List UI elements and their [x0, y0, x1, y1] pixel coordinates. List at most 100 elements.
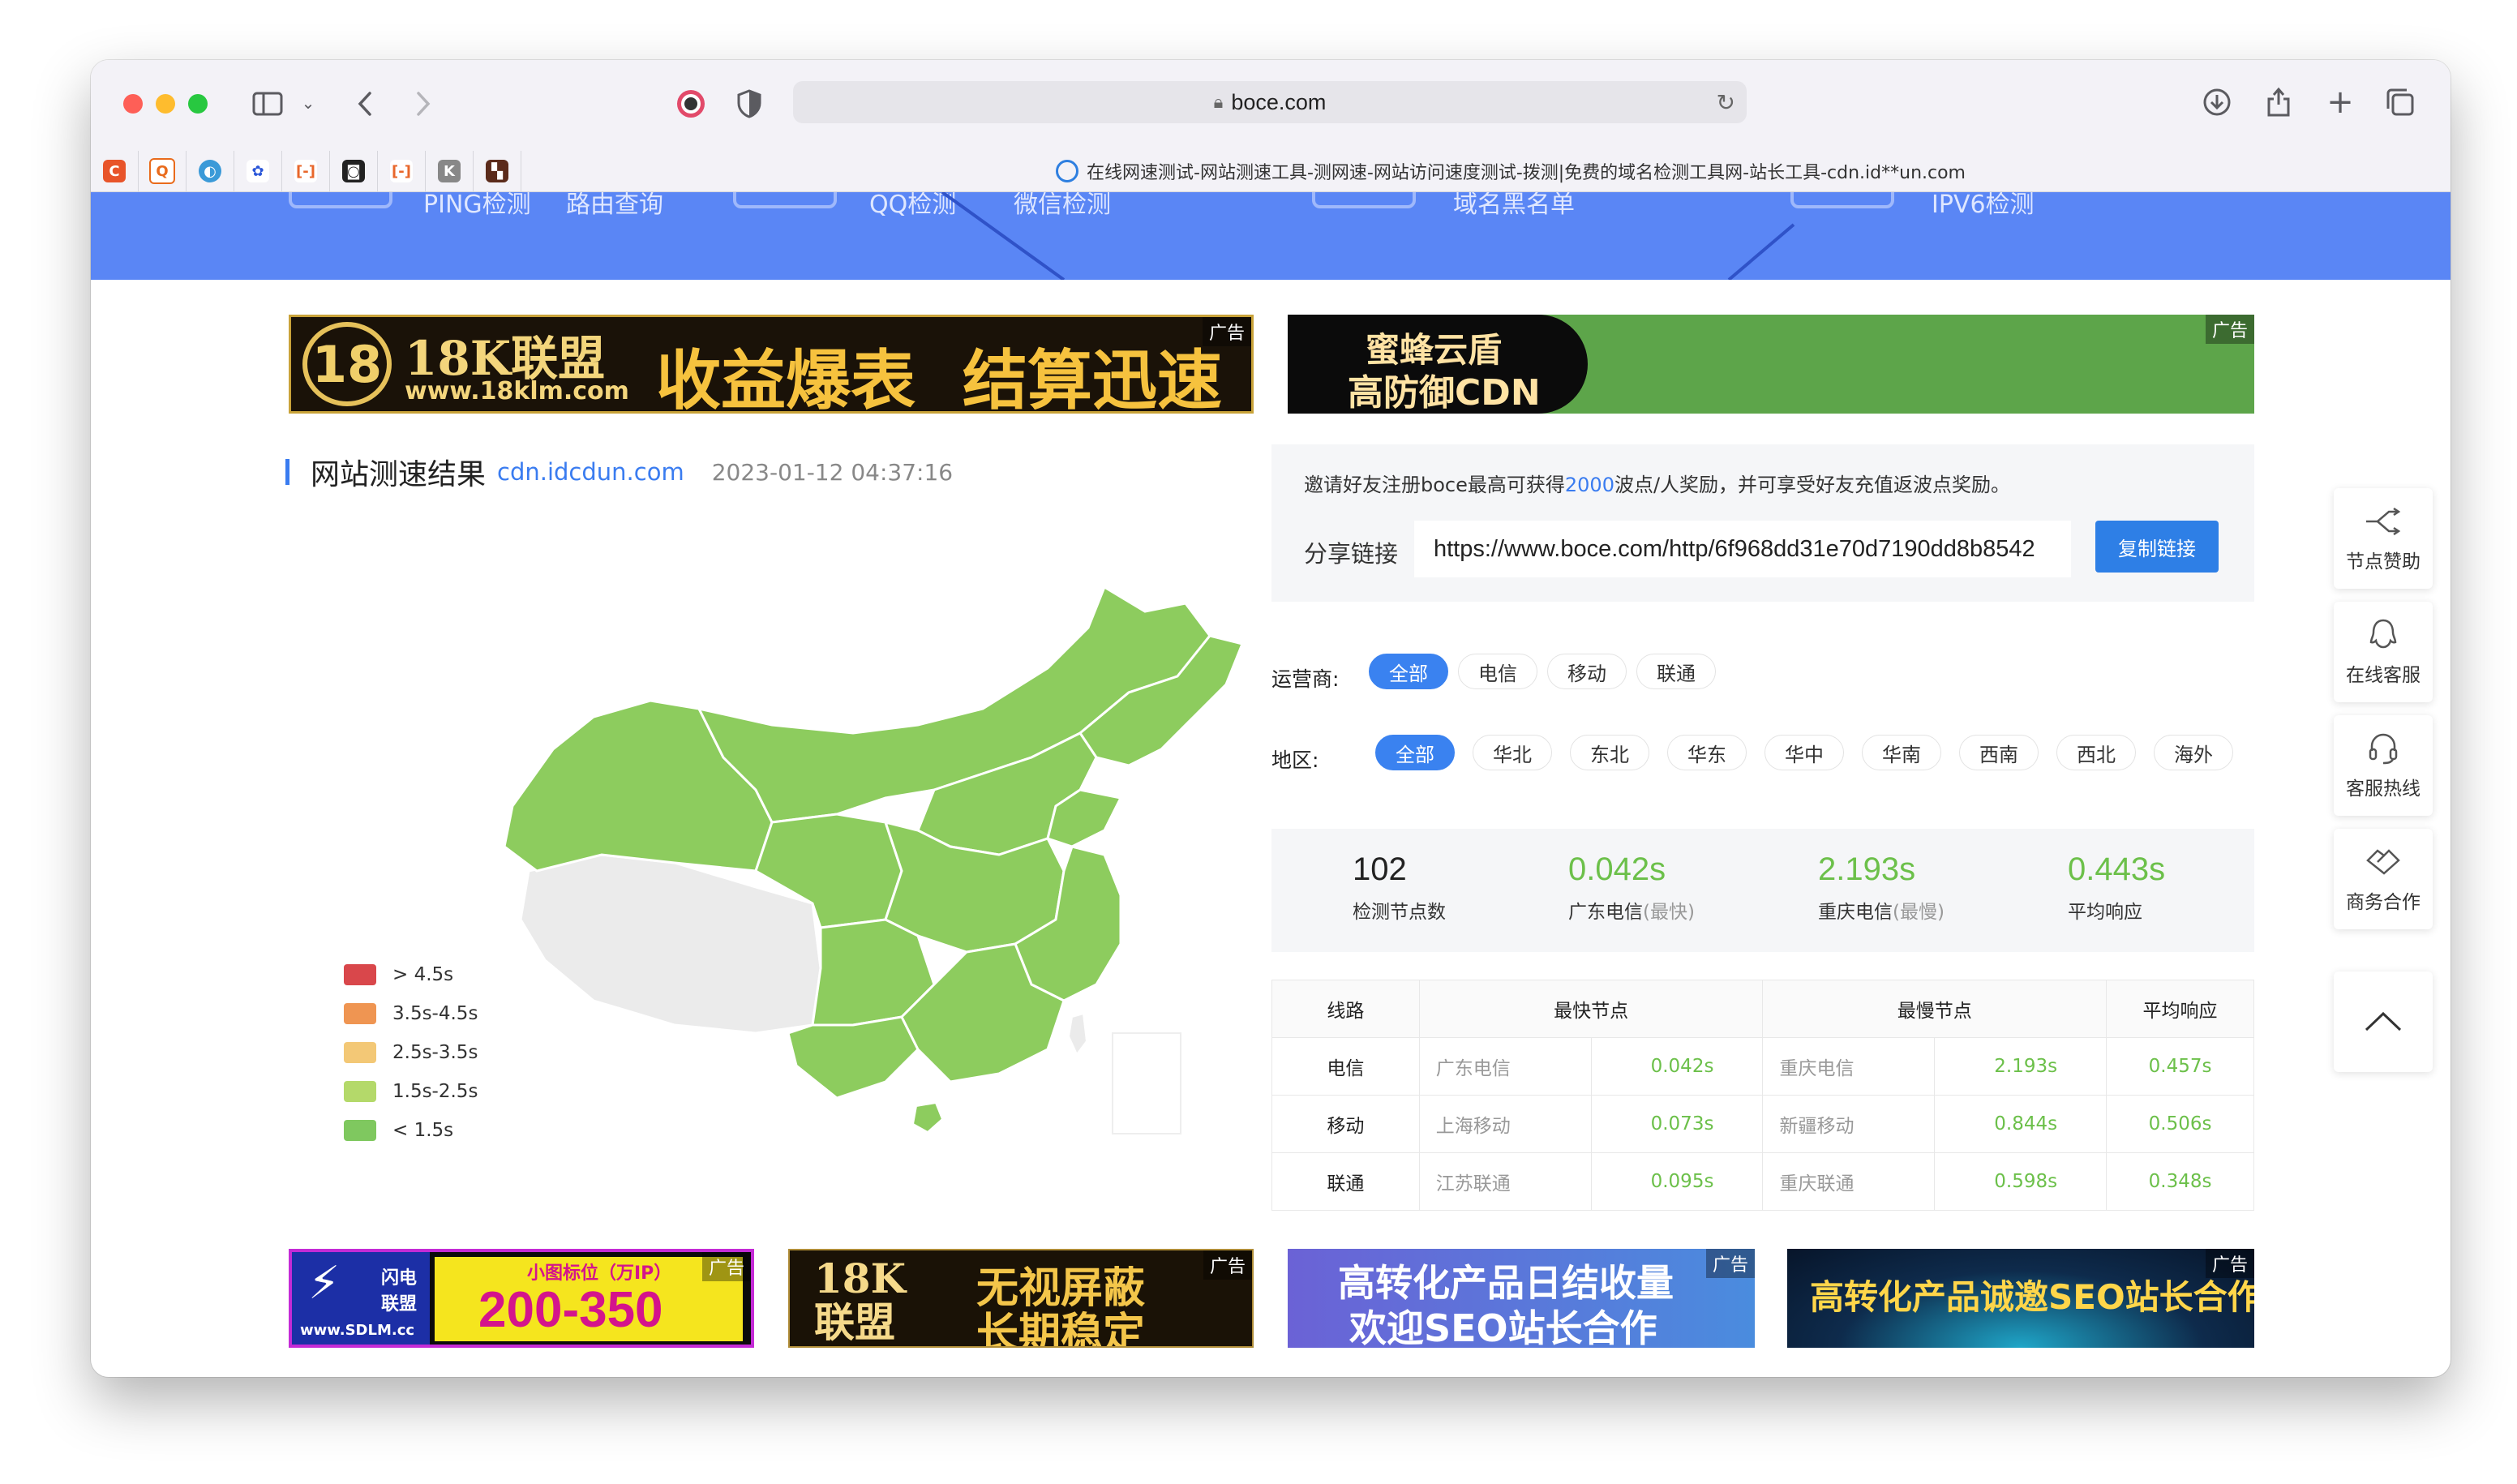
minimize-window-button[interactable] — [156, 94, 175, 114]
region-chip-northeast[interactable]: 东北 — [1570, 735, 1649, 770]
carrier-chip-mobile[interactable]: 移动 — [1547, 654, 1627, 689]
share-link-label: 分享链接 — [1304, 540, 1399, 568]
legend-item: 2.5s-3.5s — [344, 1033, 478, 1072]
stat-label: 广东电信(最快) — [1568, 896, 1695, 924]
region-chip-southwest[interactable]: 西南 — [1959, 735, 2039, 770]
favorite-tab[interactable]: [-] — [282, 151, 330, 191]
ad-18klm-bottom[interactable]: 18K联盟 无视屏蔽 长期稳定 广告 — [788, 1249, 1254, 1348]
carrier-chip-unicom[interactable]: 联通 — [1636, 654, 1716, 689]
region-chip-central[interactable]: 华中 — [1764, 735, 1844, 770]
test-datetime: 2023-01-12 04:37:16 — [711, 458, 954, 486]
tested-domain[interactable]: cdn.idcdun.com — [497, 458, 684, 486]
favorite-tab[interactable]: ◙ — [330, 151, 378, 191]
back-icon[interactable] — [349, 86, 381, 122]
privacy-shield-icon[interactable] — [733, 86, 765, 122]
extension-icon[interactable] — [673, 86, 709, 122]
banner-decoration — [941, 192, 1795, 280]
lightning-icon: ⚡ — [308, 1257, 341, 1310]
share-icon — [2365, 504, 2402, 539]
carrier-chip-all[interactable]: 全部 — [1369, 654, 1448, 689]
sidebar-item-sponsor[interactable]: 节点赞助 — [2334, 488, 2433, 589]
share-link-field[interactable]: https://www.boce.com/http/6f968dd31e70d7… — [1414, 521, 2071, 577]
address-bar[interactable]: 🔒︎ boce.com ↻ — [793, 81, 1747, 123]
accent-bar — [285, 459, 289, 485]
favorite-tab[interactable]: ▚ — [474, 151, 521, 191]
line-name-cell: 电信 — [1271, 1037, 1420, 1096]
ad-tag: 广告 — [1202, 317, 1251, 346]
table-header: 最快节点 — [1418, 980, 1764, 1038]
back-to-top-button[interactable] — [2334, 971, 2433, 1072]
share-page-icon[interactable] — [2261, 83, 2296, 120]
stat-label-text: 重庆电信 — [1818, 902, 1893, 923]
table-row: 联通 江苏联通 0.095s 重庆联通 0.598s 0.348s — [1271, 1152, 2254, 1211]
fastest-node-cell: 江苏联通 — [1418, 1152, 1592, 1211]
region-chip-overseas[interactable]: 海外 — [2154, 735, 2233, 770]
browser-window: ⌄ 🔒︎ boce.com ↻ + C Q ◐ ✿ [-] ◙ [-] K ▚ … — [91, 60, 2451, 1377]
map-region[interactable] — [911, 1101, 944, 1134]
region-chip-all[interactable]: 全部 — [1375, 735, 1455, 770]
stat-label: 检测节点数 — [1353, 896, 1446, 924]
table-row: 电信 广东电信 0.042s 重庆电信 2.193s 0.457s — [1271, 1037, 2254, 1096]
carrier-chip-telecom[interactable]: 电信 — [1458, 654, 1537, 689]
sidebar-toggle-icon[interactable] — [250, 88, 285, 120]
new-tab-icon[interactable]: + — [2322, 84, 2358, 121]
reload-icon[interactable]: ↻ — [1717, 89, 1735, 116]
copy-link-button[interactable]: 复制链接 — [2095, 521, 2219, 573]
favorite-tab[interactable]: Q — [139, 151, 187, 191]
slowest-value-cell: 2.193s — [1934, 1037, 2108, 1096]
ad-seo-bottom-2[interactable]: 高转化产品诚邀SEO站长合作 广告 — [1787, 1249, 2254, 1348]
legend-swatch — [344, 1003, 376, 1024]
sidebar-item-hotline[interactable]: 客服热线 — [2334, 715, 2433, 816]
region-chip-north[interactable]: 华北 — [1473, 735, 1552, 770]
carrier-filter-label: 运营商: — [1271, 667, 1340, 691]
tools-nav-banner: PING检测 路由查询 QQ检测 微信检测 域名黑名单 IPV6检测 — [91, 192, 2451, 280]
map-inset-frame — [1112, 1032, 1181, 1134]
ad-text: 高转化产品诚邀SEO站长合作 — [1810, 1277, 2254, 1317]
legend-item: > 4.5s — [344, 955, 478, 994]
ad-text: 结算迅速 — [963, 343, 1222, 414]
favorite-tab[interactable]: ◐ — [187, 151, 234, 191]
map-region[interactable] — [787, 1015, 920, 1100]
ad-sdlm-bottom[interactable]: ⚡ 闪电联盟 www.SDLM.cc 小图标位（万IP） 200-350 广告 — [289, 1249, 754, 1348]
line-name-cell: 联通 — [1271, 1152, 1420, 1211]
stat-label-text: 检测节点数 — [1353, 902, 1446, 923]
ad-mifeng-top[interactable]: 蜜蜂云盾 高防御CDN 广告 — [1288, 315, 2254, 414]
ad-text: 高防御CDN — [1348, 372, 1541, 414]
sidebar-item-business[interactable]: 商务合作 — [2334, 829, 2433, 929]
qq-icon — [2369, 617, 2398, 653]
ad-text: www.18klm.com — [405, 377, 629, 405]
favorite-tab[interactable]: ✿ — [234, 151, 282, 191]
ad-tag: 广告 — [701, 1252, 751, 1281]
region-chip-east[interactable]: 华东 — [1667, 735, 1747, 770]
favorite-tab[interactable]: C — [91, 151, 139, 191]
stat-slowest: 2.193s 重庆电信(最慢) — [1818, 851, 1945, 924]
close-window-button[interactable] — [123, 94, 143, 114]
ad-tag: 广告 — [2205, 1249, 2254, 1278]
zoom-window-button[interactable] — [188, 94, 208, 114]
legend-label: < 1.5s — [392, 1120, 454, 1141]
table-header: 平均响应 — [2106, 980, 2254, 1038]
fastest-value-cell: 0.042s — [1590, 1037, 1764, 1096]
map-region-nodata[interactable] — [1067, 1012, 1088, 1056]
average-cell: 0.506s — [2106, 1095, 2254, 1153]
forward-icon[interactable] — [407, 86, 440, 122]
region-chip-south[interactable]: 华南 — [1862, 735, 1941, 770]
ad-tag: 广告 — [1705, 1249, 1755, 1278]
china-speed-map[interactable] — [431, 547, 1242, 1163]
favorite-tab[interactable]: K — [426, 151, 474, 191]
ad-seo-bottom-1[interactable]: 高转化产品日结收量 欢迎SEO站长合作 广告 — [1288, 1249, 1755, 1348]
tab-overview-icon[interactable] — [2382, 84, 2418, 120]
region-chip-northwest[interactable]: 西北 — [2056, 735, 2136, 770]
active-tab[interactable]: 在线网速测试-网站测速工具-测网速-网站访问速度测试-拨测|免费的域名检测工具网… — [1056, 151, 2191, 191]
slowest-node-cell: 重庆联通 — [1762, 1152, 1936, 1211]
sidebar-item-online-service[interactable]: 在线客服 — [2334, 602, 2433, 702]
stat-node-count: 102 检测节点数 — [1353, 851, 1446, 924]
favorite-tab[interactable]: [-] — [378, 151, 426, 191]
ad-text: 欢迎SEO站长合作 — [1349, 1306, 1657, 1348]
sidebar-label: 节点赞助 — [2346, 551, 2421, 573]
fastest-node-cell: 上海移动 — [1418, 1095, 1592, 1153]
ad-18klm-top[interactable]: 18 18K联盟 www.18klm.com 收益爆表 结算迅速 广告 — [289, 315, 1254, 414]
sidebar-label: 在线客服 — [2346, 665, 2421, 686]
chevron-down-icon[interactable]: ⌄ — [298, 91, 318, 115]
download-icon[interactable] — [2199, 84, 2235, 120]
